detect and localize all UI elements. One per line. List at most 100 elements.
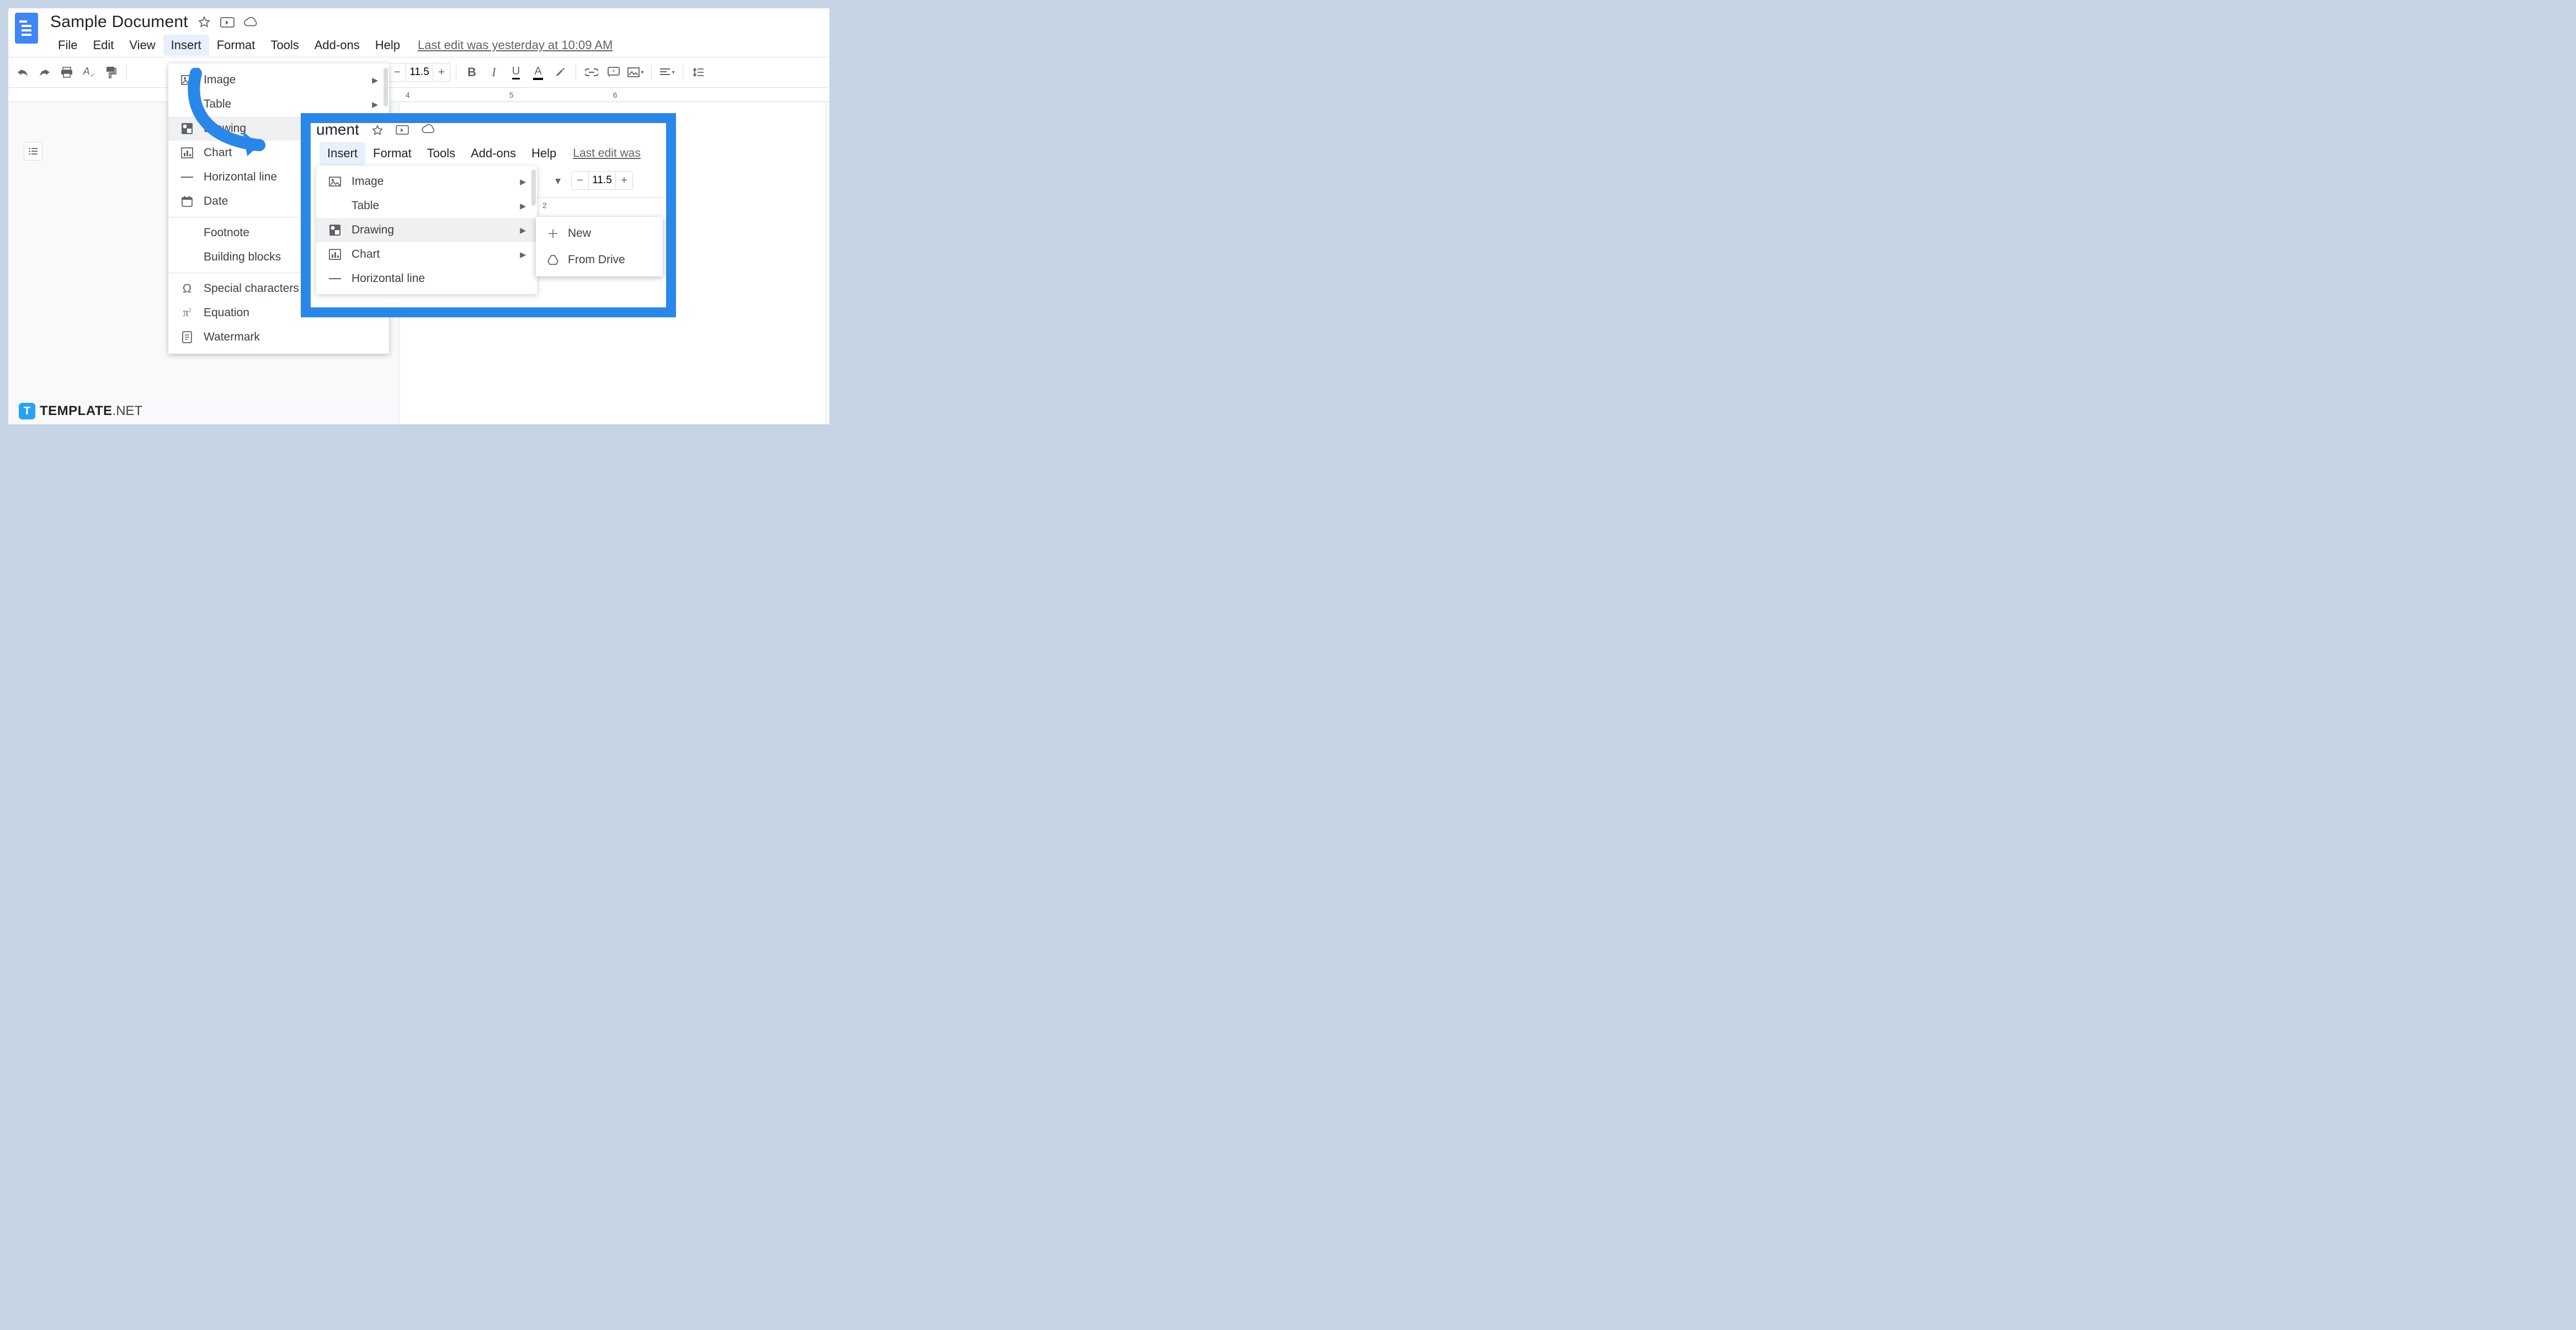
italic-button[interactable]: I <box>484 62 504 82</box>
blank-icon <box>180 98 194 111</box>
chevron-right-icon: ▶ <box>520 201 526 211</box>
menu-addons[interactable]: Add-ons <box>307 35 368 56</box>
cloud-icon[interactable] <box>421 124 435 136</box>
move-icon[interactable] <box>220 15 235 29</box>
image-icon <box>180 73 194 87</box>
menu-format[interactable]: Format <box>209 35 263 56</box>
insert-image-button[interactable]: ▾ <box>626 62 646 82</box>
highlight-button[interactable] <box>550 62 570 82</box>
font-size-value[interactable]: 11.5 <box>588 172 616 189</box>
insert-item-label: Date <box>204 195 228 208</box>
redo-button[interactable] <box>35 62 55 82</box>
font-size-decrease[interactable]: − <box>572 174 588 187</box>
undo-button[interactable] <box>13 62 33 82</box>
menu-insert[interactable]: Insert <box>163 35 209 56</box>
header: Sample Document File Edit View Insert Fo… <box>8 8 829 57</box>
hline-icon <box>180 171 194 184</box>
insert-item-label: Drawing <box>204 122 246 135</box>
inset-title-fragment: ument <box>316 123 359 139</box>
inset-insert-menu: Image▶Table▶Drawing▶Chart▶Horizontal lin… <box>316 166 537 294</box>
inset-last-edit[interactable]: Last edit was <box>573 147 641 160</box>
paint-format-button[interactable] <box>101 62 121 82</box>
menu-addons[interactable]: Add-ons <box>463 142 524 165</box>
insert-item-label: Horizontal line <box>204 171 277 184</box>
menu-format[interactable]: Format <box>365 142 419 165</box>
cloud-icon[interactable] <box>243 15 258 29</box>
menu-help[interactable]: Help <box>368 35 408 56</box>
styles-dropdown[interactable]: ▾ <box>548 171 568 190</box>
align-button[interactable]: ▾ <box>657 62 677 82</box>
star-icon[interactable] <box>197 15 211 29</box>
move-icon[interactable] <box>396 124 409 136</box>
insert-item-label: Image <box>352 175 384 188</box>
font-size-control: − 11.5 + <box>388 63 450 82</box>
blank-icon <box>180 226 194 240</box>
inset-callout: ument Insert Format Tools Add-ons Help L… <box>301 113 676 317</box>
chart-icon <box>328 248 342 261</box>
insert-item-label: Equation <box>204 306 249 320</box>
drawing-icon <box>328 224 342 237</box>
blank-icon <box>328 199 342 212</box>
comment-button[interactable]: + <box>604 62 624 82</box>
insert-item-label: Table <box>352 199 379 212</box>
blank-icon <box>180 251 194 264</box>
last-edit-link[interactable]: Last edit was yesterday at 10:09 AM <box>418 38 613 52</box>
insert-item-label: Chart <box>352 248 380 261</box>
hline-icon <box>328 272 342 285</box>
omega-icon: Ω <box>180 282 194 295</box>
bold-button[interactable]: B <box>462 62 482 82</box>
image-icon <box>328 175 342 188</box>
insert-item-label: Building blocks <box>204 251 281 264</box>
menu-edit[interactable]: Edit <box>85 35 121 56</box>
ruler: 4 5 6 <box>8 88 829 102</box>
menu-insert[interactable]: Insert <box>320 142 365 165</box>
insert-item-table[interactable]: Table ▶ <box>316 194 537 218</box>
font-size-decrease[interactable]: − <box>389 66 406 79</box>
font-size-increase[interactable]: + <box>433 66 450 79</box>
insert-item-label: Image <box>204 73 236 87</box>
pi-icon: π2 <box>180 306 194 320</box>
underline-button[interactable]: U <box>506 62 526 82</box>
document-title[interactable]: Sample Document <box>50 13 188 31</box>
font-size-value[interactable]: 11.5 <box>406 63 433 81</box>
menu-view[interactable]: View <box>121 35 163 56</box>
menu-tools[interactable]: Tools <box>419 142 463 165</box>
chevron-right-icon: ▶ <box>372 76 378 85</box>
date-icon <box>180 195 194 208</box>
chevron-right-icon: ▶ <box>520 250 526 259</box>
star-icon[interactable] <box>371 124 384 136</box>
insert-item-image[interactable]: Image ▶ <box>168 68 389 92</box>
template-logo-icon: T <box>19 403 35 419</box>
menu-help[interactable]: Help <box>524 142 564 165</box>
drive-icon <box>547 254 559 266</box>
inset-ruler: 2 <box>542 199 547 211</box>
text-color-button[interactable]: A <box>528 62 548 82</box>
outline-toggle-button[interactable] <box>24 142 42 161</box>
chevron-right-icon: ▶ <box>520 177 526 187</box>
menubar: File Edit View Insert Format Tools Add-o… <box>50 35 823 56</box>
drawing-icon <box>180 122 194 135</box>
toolbar-separator <box>126 65 127 80</box>
insert-item-image[interactable]: Image ▶ <box>316 169 537 194</box>
submenu-from-drive[interactable]: From Drive <box>536 247 663 273</box>
line-spacing-button[interactable] <box>689 62 709 82</box>
font-size-increase[interactable]: + <box>616 174 632 187</box>
menu-tools[interactable]: Tools <box>263 35 306 56</box>
insert-item-watermark[interactable]: Watermark <box>168 325 389 349</box>
insert-item-chart[interactable]: Chart ▶ <box>316 242 537 267</box>
chart-icon <box>180 146 194 159</box>
link-button[interactable] <box>582 62 602 82</box>
insert-item-drawing[interactable]: Drawing▶ <box>316 218 537 242</box>
insert-item-label: Horizontal line <box>352 272 425 285</box>
template-net-watermark: T TEMPLATE.NET <box>19 403 142 419</box>
plus-icon: ＋ <box>547 227 559 240</box>
insert-item-label: Watermark <box>204 331 260 344</box>
docs-logo-icon[interactable] <box>15 13 38 44</box>
menu-file[interactable]: File <box>50 35 85 56</box>
insert-item-horizontal-line[interactable]: Horizontal line <box>316 267 537 291</box>
submenu-new[interactable]: ＋ New <box>536 220 663 247</box>
chevron-right-icon: ▶ <box>520 226 526 235</box>
drawing-submenu: ＋ New From Drive <box>536 217 663 276</box>
print-button[interactable] <box>57 62 77 82</box>
spellcheck-button[interactable]: A✓ <box>79 62 99 82</box>
